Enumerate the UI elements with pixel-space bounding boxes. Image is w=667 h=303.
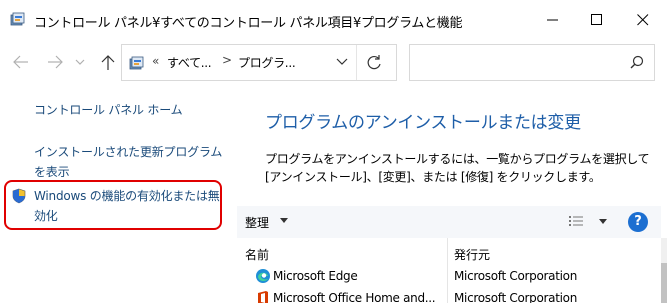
- arrow-right-icon: [48, 55, 63, 69]
- refresh-icon[interactable]: [364, 53, 384, 73]
- address-bar[interactable]: « すべて... > プログラ...: [121, 44, 397, 81]
- sidebar-item-installed-updates[interactable]: インストールされた更新プログラムを表示: [34, 142, 224, 182]
- sidebar: コントロール パネル ホーム インストールされた更新プログラムを表示 Windo…: [0, 82, 237, 303]
- arrow-up-icon: [101, 55, 115, 70]
- navigation-bar: « すべて... > プログラ...: [0, 40, 667, 82]
- control-panel-icon: [129, 56, 144, 70]
- main-content: プログラムのアンインストールまたは変更 プログラムをアンインストールするには、一…: [237, 82, 667, 303]
- program-publisher: Microsoft Corporation: [454, 269, 578, 283]
- program-row[interactable]: Microsoft Edge Microsoft Corporation: [237, 265, 661, 287]
- help-button[interactable]: ?: [628, 212, 648, 232]
- control-panel-icon: [10, 12, 25, 26]
- program-publisher: Microsoft Corporation: [454, 291, 578, 303]
- column-header-publisher[interactable]: 発行元: [454, 246, 490, 263]
- edge-icon: [256, 269, 270, 283]
- column-header: 名前 発行元: [237, 238, 661, 266]
- window-title: コントロール パネル¥すべてのコントロール パネル項目¥プログラムと機能: [34, 16, 463, 31]
- highlight-annotation: [4, 180, 222, 230]
- back-button[interactable]: [10, 51, 32, 73]
- close-icon: [637, 14, 649, 26]
- breadcrumb-all-items[interactable]: すべて...: [167, 54, 212, 71]
- address-divider: [356, 45, 357, 80]
- office-icon: [258, 291, 268, 303]
- forward-button[interactable]: [44, 51, 66, 73]
- up-button[interactable]: [97, 51, 119, 73]
- breadcrumb-programs[interactable]: プログラ...: [238, 54, 296, 71]
- program-name: Microsoft Edge: [273, 269, 358, 283]
- close-button[interactable]: [620, 0, 666, 40]
- view-dropdown-icon[interactable]: [599, 218, 607, 226]
- vertical-scrollbar[interactable]: [661, 238, 667, 303]
- page-description: プログラムをアンインストールするには、一覧からプログラムを選択して [アンインス…: [265, 152, 650, 184]
- search-input[interactable]: [409, 44, 655, 81]
- search-icon: [630, 55, 644, 69]
- organize-button[interactable]: 整理: [245, 214, 269, 231]
- breadcrumb-overflow[interactable]: «: [152, 54, 159, 68]
- maximize-icon: [591, 14, 602, 25]
- program-row[interactable]: Microsoft Office Home and... Microsoft C…: [237, 287, 661, 303]
- breadcrumb-separator[interactable]: >: [222, 53, 232, 67]
- chevron-down-icon[interactable]: [336, 57, 348, 67]
- programs-and-features-window: コントロール パネル¥すべてのコントロール パネル項目¥プログラムと機能 « す…: [0, 0, 667, 303]
- minimize-icon: [547, 19, 558, 21]
- dropdown-arrow-icon[interactable]: [280, 217, 288, 225]
- title-bar: コントロール パネル¥すべてのコントロール パネル項目¥プログラムと機能: [0, 0, 667, 40]
- scrollbar-thumb[interactable]: [661, 263, 667, 303]
- list-toolbar: 整理 ?: [237, 206, 661, 238]
- page-title: プログラムのアンインストールまたは変更: [265, 113, 581, 133]
- arrow-left-icon: [13, 55, 28, 69]
- view-details-icon[interactable]: [569, 215, 583, 229]
- minimize-button[interactable]: [530, 0, 576, 40]
- sidebar-item-control-panel-home[interactable]: コントロール パネル ホーム: [34, 100, 183, 120]
- program-name: Microsoft Office Home and...: [273, 291, 436, 303]
- maximize-button[interactable]: [574, 0, 620, 40]
- recent-locations-chevron-icon[interactable]: [75, 59, 85, 67]
- column-header-name[interactable]: 名前: [245, 246, 269, 263]
